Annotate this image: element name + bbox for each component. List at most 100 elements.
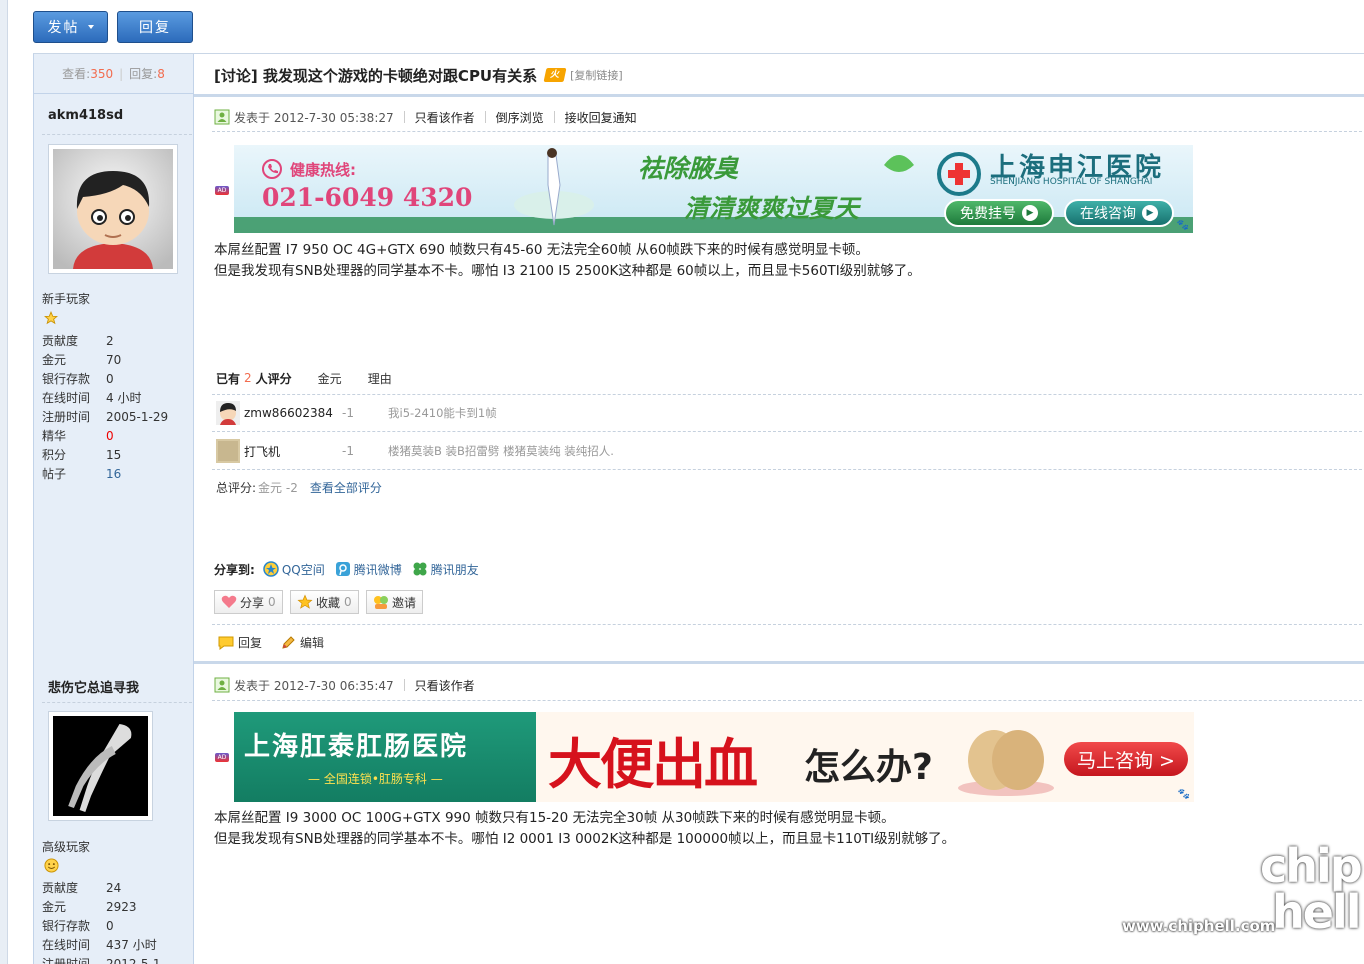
ad-button-label: 免费挂号 — [960, 206, 1016, 222]
info-key: 注册时间 — [42, 957, 91, 964]
smiley-icon — [44, 858, 59, 873]
info-row: 银行存款 0 — [42, 369, 192, 388]
info-value: 0 — [106, 371, 114, 386]
info-key: 在线时间 — [42, 391, 91, 405]
avatar[interactable] — [48, 711, 153, 821]
info-key: 金元 — [42, 900, 67, 914]
rating-row: 打飞机 -1 楼猪莫装B 装B招雷劈 楼猪莫装纯 装纯招人. — [216, 438, 614, 464]
star-icon — [297, 594, 313, 609]
post-time: 发表于 2012-7-30 06:35:47 — [234, 678, 394, 693]
rating-value: -1 — [342, 444, 354, 458]
ad-slogan: 清清爽爽过夏天 — [684, 194, 860, 223]
info-row: 注册时间 2012-5-1 — [42, 954, 192, 964]
post-line: 本屌丝配置 I7 950 OC 4G+GTX 690 帧数只有45-60 无法完… — [214, 242, 869, 258]
divider — [212, 700, 1362, 701]
post-separator — [194, 661, 1364, 664]
ad-banner[interactable]: 上海肛泰肛肠医院 — 全国连锁•肛肠专科 — 大便出血 怎么办? 马上咨询 > … — [234, 712, 1194, 802]
only-author-link[interactable]: 只看该作者 — [415, 109, 475, 126]
ad-hospital-en: SHENJIANG HOSPITAL OF SHANGHAI — [990, 177, 1153, 187]
divider — [33, 53, 1364, 54]
info-key: 贡献度 — [42, 881, 79, 895]
info-row: 金元 70 — [42, 350, 192, 369]
phone-icon — [262, 159, 282, 179]
rater-name[interactable]: 打飞机 — [244, 443, 342, 460]
post-time: 发表于 2012-7-30 05:38:27 — [234, 110, 394, 125]
watermark-logo: hell — [1272, 885, 1361, 939]
share-weibo[interactable]: 腾讯微博 — [335, 561, 402, 578]
info-row: 贡献度 24 — [42, 878, 192, 897]
rating-total: 总评分: 金元 -2 查看全部评分 — [216, 479, 382, 496]
info-value: 0 — [106, 918, 114, 933]
ad-consult-button[interactable]: 在线咨询 ▶ — [1064, 199, 1174, 227]
reverse-order-link[interactable]: 倒序浏览 — [496, 109, 544, 126]
info-row: 精华 0 — [42, 426, 192, 445]
reply-button[interactable]: 回复 — [117, 11, 193, 43]
avatar-image — [53, 716, 148, 816]
rating-reason: 楼猪莫装B 装B招雷劈 楼猪莫装纯 装纯招人. — [388, 444, 614, 458]
button-count: 0 — [344, 595, 352, 609]
ad-phone: 021-6049 4320 — [262, 183, 473, 212]
edit-action[interactable]: 编辑 — [280, 634, 324, 651]
user-rank: 新手玩家 — [42, 292, 91, 306]
post-line: 本屌丝配置 I9 3000 OC 100G+GTX 990 帧数只有15-20 … — [214, 810, 895, 826]
rating-count: 2 — [244, 371, 252, 385]
ad-button-label: 在线咨询 — [1080, 206, 1136, 222]
separator — [403, 111, 405, 123]
rater-name[interactable]: zmw86602384 — [244, 406, 342, 420]
info-value: 4 小时 — [106, 391, 142, 405]
share-button[interactable]: 分享 0 — [214, 590, 283, 614]
rater-avatar[interactable] — [216, 439, 240, 463]
post-author[interactable]: 悲伤它总追寻我 — [48, 677, 139, 696]
info-key: 在线时间 — [42, 938, 91, 952]
only-author-link[interactable]: 只看该作者 — [415, 677, 475, 694]
rating-total-value: 金元 -2 — [258, 481, 298, 495]
share-qzone[interactable]: QQ空间 — [263, 561, 325, 578]
info-value: 437 小时 — [106, 938, 157, 952]
ad-hospital-name: 上海肛泰肛肠医院 — [244, 732, 469, 762]
info-key: 积分 — [42, 448, 67, 462]
ad-register-button[interactable]: 免费挂号 ▶ — [944, 199, 1054, 227]
info-value[interactable]: 16 — [106, 467, 121, 481]
post-meta: 发表于 2012-7-30 05:38:27 只看该作者 倒序浏览 接收回复通知 — [214, 108, 637, 126]
share-target-label: 腾讯朋友 — [430, 562, 479, 577]
rating-suffix: 人评分 — [255, 371, 292, 386]
hospital-logo-icon — [937, 152, 981, 196]
view-all-ratings-link[interactable]: 查看全部评分 — [310, 479, 382, 496]
ad-banner[interactable]: 健康热线: 021-6049 4320 祛除腋臭 清清爽爽过夏天 上海申江医院 … — [234, 145, 1193, 233]
share-target-label: QQ空间 — [281, 562, 325, 577]
info-value[interactable]: 0 — [106, 429, 114, 443]
ad-slogan: 祛除腋臭 — [638, 154, 739, 183]
info-row: 在线时间 4 小时 — [42, 388, 192, 407]
reply-action[interactable]: 回复 — [218, 634, 262, 651]
post-button[interactable]: 发帖 — [33, 11, 108, 43]
info-row: 注册时间 2005-1-29 — [42, 407, 192, 426]
paw-icon: 🐾 — [1176, 220, 1189, 231]
post-meta: 发表于 2012-7-30 06:35:47 只看该作者 — [214, 676, 475, 694]
reply-notify-link[interactable]: 接收回复通知 — [565, 109, 637, 126]
rater-avatar[interactable] — [216, 401, 240, 425]
rating-prefix: 已有 — [216, 371, 241, 386]
post-author[interactable]: akm418sd — [48, 108, 123, 123]
copy-link[interactable]: [复制链接] — [570, 67, 623, 83]
button-count: 0 — [268, 595, 276, 609]
ad-headline: 大便出血 — [548, 733, 758, 796]
divider — [42, 702, 192, 703]
online-status-icon — [214, 109, 230, 125]
info-value: 2012-5-1 — [106, 956, 161, 964]
info-key: 注册时间 — [42, 410, 91, 424]
invite-button[interactable]: 邀请 — [366, 590, 424, 614]
online-status-icon — [214, 677, 230, 693]
info-key: 精华 — [42, 429, 67, 443]
avatar[interactable] — [48, 144, 178, 274]
share-pengyou[interactable]: 腾讯朋友 — [412, 561, 479, 578]
favorite-button[interactable]: 收藏 0 — [290, 590, 359, 614]
ad-illustration — [958, 730, 1054, 796]
thread-title: [讨论] 我发现这个游戏的卡顿绝对跟CPU有关系 — [214, 66, 538, 85]
qzone-icon — [263, 561, 279, 577]
play-icon: ▶ — [1022, 205, 1038, 221]
info-row: 积分 15 — [42, 445, 192, 464]
hot-icon: 火 — [543, 68, 567, 82]
speech-bubble-icon — [218, 636, 234, 650]
ad-consult-button[interactable]: 马上咨询 > — [1064, 742, 1188, 776]
info-key: 金元 — [42, 353, 67, 367]
